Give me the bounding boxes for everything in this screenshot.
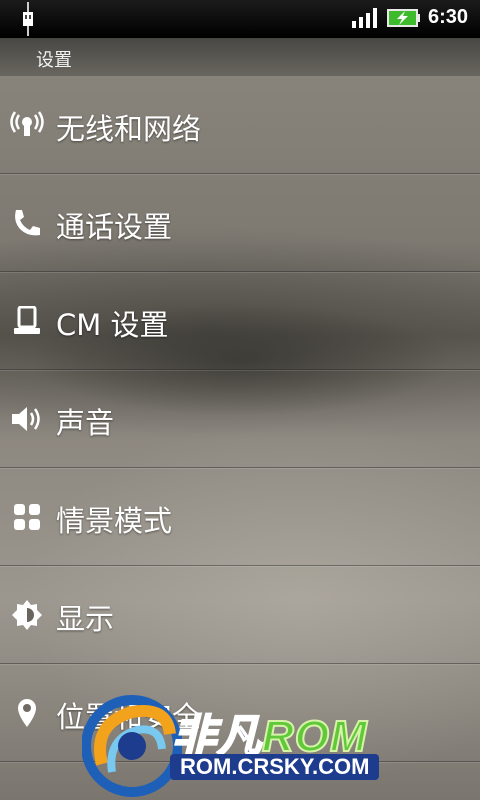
wireless-icon: [10, 111, 44, 136]
usb-icon: [23, 2, 33, 36]
battery-charging-icon: [387, 9, 420, 27]
settings-item-label: 显示: [56, 602, 115, 636]
phone-icon: [15, 210, 40, 236]
settings-item-sound[interactable]: 声音: [0, 370, 480, 468]
settings-item-cm[interactable]: CM 设置: [0, 272, 480, 370]
settings-item-display[interactable]: 显示: [0, 566, 480, 664]
status-clock: 6:30: [428, 6, 469, 28]
swirl-logo-icon: [82, 695, 182, 797]
location-icon: [18, 699, 36, 727]
watermark-logo: 非凡ROM ROM.CRSKY.COM: [82, 694, 412, 798]
settings-item-label: 通话设置: [56, 210, 173, 244]
settings-item-label: 无线和网络: [56, 112, 202, 146]
settings-item-call[interactable]: 通话设置: [0, 174, 480, 272]
settings-item-label: 情景模式: [56, 504, 173, 538]
signal-icon: [352, 8, 377, 28]
brightness-icon: [12, 600, 42, 630]
grid-icon: [14, 504, 40, 530]
title-bar: 设置: [0, 38, 480, 76]
status-bar: 6:30: [0, 0, 480, 38]
speaker-icon: [12, 407, 40, 431]
settings-item-label: CM 设置: [56, 308, 169, 342]
settings-item-label: 声音: [56, 406, 115, 440]
settings-item-wireless[interactable]: 无线和网络: [0, 76, 480, 174]
settings-list: 无线和网络 通话设置 CM 设置 声音 情景模式 显示 位置和安全: [0, 76, 480, 762]
settings-screen: 6:30 设置 无线和网络 通话设置 CM 设置 声音 情景模式 显示 位置和安…: [0, 0, 480, 800]
device-icon: [14, 306, 40, 334]
watermark-url: ROM.CRSKY.COM: [170, 754, 380, 780]
settings-item-profiles[interactable]: 情景模式: [0, 468, 480, 566]
page-title: 设置: [36, 50, 72, 71]
